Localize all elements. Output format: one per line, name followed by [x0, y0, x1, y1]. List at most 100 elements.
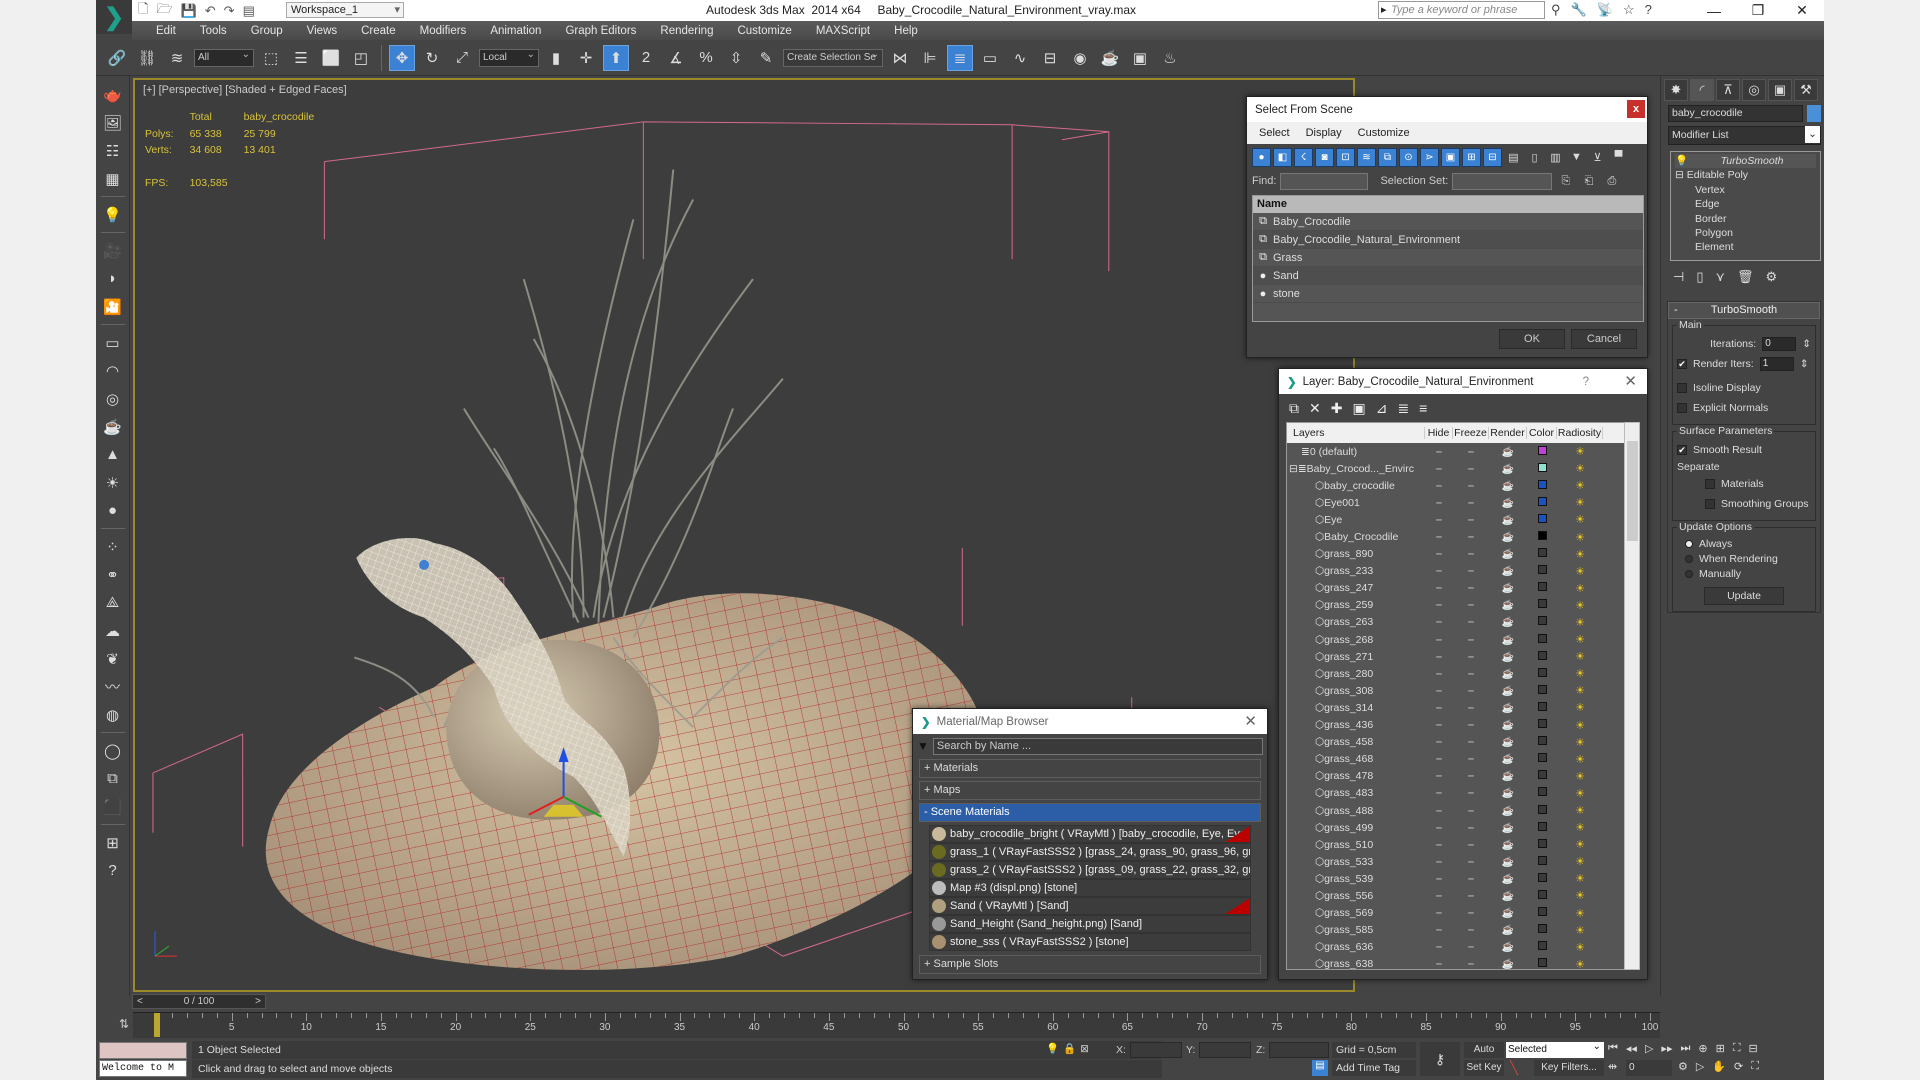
column-hide[interactable]: Hide: [1425, 427, 1453, 439]
render-toggle-icon[interactable]: ☕: [1489, 805, 1527, 817]
hide-toggle[interactable]: ━: [1425, 856, 1453, 868]
layer-row[interactable]: ≣ 0 (default) ━ ━ ☕ ☀: [1287, 443, 1632, 460]
spinner-snap-icon[interactable]: ⇳: [723, 45, 749, 71]
maximize-viewport-icon[interactable]: ⛶: [1751, 1060, 1759, 1073]
radiosity-icon[interactable]: ☀: [1557, 753, 1603, 766]
layer-row[interactable]: ⊟ ≣ Baby_Crocod..._Envirc ━ ━ ☕ ☀: [1287, 460, 1632, 477]
hide-toggle[interactable]: ━: [1425, 753, 1453, 765]
render-toggle-icon[interactable]: ☕: [1489, 907, 1527, 919]
menu-display[interactable]: Display: [1306, 127, 1342, 139]
project-folder-icon[interactable]: ▤: [243, 3, 255, 19]
named-selection-set-dropdown[interactable]: Create Selection Se: [783, 47, 883, 67]
isoline-display-checkbox[interactable]: [1677, 383, 1687, 393]
new-file-icon[interactable]: 🗋: [138, 0, 148, 22]
menu-create[interactable]: Create: [349, 25, 408, 37]
column-color[interactable]: Color: [1527, 427, 1557, 439]
help-circle-icon[interactable]: ?: [101, 860, 125, 881]
render-toggle-icon[interactable]: ☕: [1489, 446, 1527, 458]
color-swatch[interactable]: [1527, 855, 1557, 868]
hide-toggle[interactable]: ━: [1425, 531, 1453, 543]
freeze-toggle[interactable]: ━: [1453, 770, 1489, 782]
layer-row[interactable]: ⬡ grass_263 ━ ━ ☕ ☀: [1287, 614, 1632, 631]
stack-item-turbosmooth[interactable]: 💡 TurboSmooth: [1675, 154, 1816, 169]
render-toggle-icon[interactable]: ☕: [1489, 753, 1527, 765]
hide-toggle[interactable]: ━: [1425, 565, 1453, 577]
spotlight-icon[interactable]: ◗: [101, 268, 125, 289]
object-row[interactable]: ⧉ Grass: [1253, 249, 1643, 267]
collapse-icon[interactable]: ⊟: [1675, 169, 1684, 181]
when-rendering-radio[interactable]: [1685, 554, 1693, 563]
freeze-toggle[interactable]: ━: [1453, 702, 1489, 714]
color-swatch[interactable]: [1527, 941, 1557, 953]
delete-layer-icon[interactable]: ✕: [1309, 400, 1321, 417]
cone-icon[interactable]: ▲: [101, 444, 125, 465]
hide-toggle[interactable]: ━: [1425, 822, 1453, 834]
freeze-toggle[interactable]: ━: [1453, 719, 1489, 731]
radiosity-icon[interactable]: ☀: [1557, 872, 1603, 885]
hide-toggle[interactable]: ━: [1425, 805, 1453, 817]
hide-toggle[interactable]: ━: [1425, 770, 1453, 782]
maxscript-mini-listener[interactable]: Welcome to M: [99, 1060, 187, 1077]
freeze-toggle[interactable]: ━: [1453, 736, 1489, 748]
render-toggle-icon[interactable]: ☕: [1489, 514, 1527, 526]
set-key-button[interactable]: Set Key: [1464, 1060, 1504, 1076]
hair-fur-icon[interactable]: 〰: [101, 676, 125, 697]
frozen-filter-icon[interactable]: ⊞: [1462, 147, 1481, 167]
curve-editor-icon[interactable]: ∿: [1007, 45, 1033, 71]
render-toggle-icon[interactable]: ☕: [1489, 839, 1527, 851]
color-swatch[interactable]: [1527, 872, 1557, 885]
maxscript-mini-listener-top[interactable]: [99, 1042, 187, 1059]
freeze-toggle[interactable]: ━: [1453, 582, 1489, 594]
scene-materials-section[interactable]: - Scene Materials: [919, 803, 1261, 822]
schematic-view-icon[interactable]: ⊟: [1037, 45, 1063, 71]
cameras-filter-icon[interactable]: ◙: [1315, 147, 1334, 167]
goto-end-icon[interactable]: ⏭: [1680, 1042, 1690, 1055]
radiosity-icon[interactable]: ☀: [1557, 548, 1603, 561]
render-toggle-icon[interactable]: ☕: [1489, 822, 1527, 834]
find-input[interactable]: [1280, 172, 1369, 190]
detail-view-icon[interactable]: ▥: [1546, 148, 1565, 167]
radiosity-icon[interactable]: ☀: [1557, 821, 1603, 834]
disk-light-icon[interactable]: ●: [101, 500, 125, 521]
freeze-toggle[interactable]: ━: [1453, 616, 1489, 628]
blank-view-icon[interactable]: ▯: [1525, 148, 1544, 167]
groups-filter-icon[interactable]: ⧉: [1378, 147, 1397, 167]
color-swatch[interactable]: [1527, 479, 1557, 492]
menu-tools[interactable]: Tools: [188, 25, 239, 37]
color-swatch[interactable]: [1527, 753, 1557, 765]
radiosity-icon[interactable]: ☀: [1557, 496, 1603, 509]
radiosity-icon[interactable]: ☀: [1557, 770, 1603, 783]
radiosity-icon[interactable]: ☀: [1557, 445, 1603, 458]
prev-frame-icon[interactable]: <: [137, 996, 143, 1007]
render-toggle-icon[interactable]: ☕: [1489, 480, 1527, 492]
select-scale-icon[interactable]: ⤢: [449, 45, 475, 71]
graphite-ribbon-icon[interactable]: ▭: [977, 45, 1003, 71]
radiosity-icon[interactable]: ☀: [1557, 787, 1603, 800]
goto-start-icon[interactable]: ⏮: [1608, 1042, 1618, 1055]
turbosmooth-rollout-header[interactable]: TurboSmooth: [1668, 302, 1820, 319]
freeze-toggle[interactable]: ━: [1453, 514, 1489, 526]
freeze-toggle[interactable]: ━: [1453, 531, 1489, 543]
hide-all-layers-icon[interactable]: ≣: [1397, 400, 1409, 417]
spinner-arrows-icon[interactable]: ⇕: [1802, 338, 1811, 350]
radiosity-icon[interactable]: ☀: [1557, 941, 1603, 954]
render-toggle-icon[interactable]: ☕: [1489, 702, 1527, 714]
satellite-icon[interactable]: 📡: [1597, 2, 1613, 18]
layer-row[interactable]: ⬡ grass_233 ━ ━ ☕ ☀: [1287, 563, 1632, 580]
camera-icon[interactable]: 🎥: [101, 240, 125, 261]
prev-key-icon[interactable]: ◂◂: [1626, 1042, 1637, 1055]
ox-icon[interactable]: ◍: [101, 704, 125, 725]
hide-toggle[interactable]: ━: [1425, 668, 1453, 680]
absolute-mode-icon[interactable]: ⊠: [1080, 1043, 1089, 1055]
link-icon[interactable]: 🔗: [104, 45, 130, 71]
search-by-name-input[interactable]: Search by Name ...: [932, 737, 1263, 755]
lights-filter-icon[interactable]: ☇: [1294, 147, 1313, 167]
region-render-icon[interactable]: ⬛: [101, 796, 125, 817]
bones-filter-icon[interactable]: ⋗: [1420, 147, 1439, 167]
freeze-toggle[interactable]: ━: [1453, 958, 1489, 969]
utilities-tab-icon[interactable]: ⚒: [1794, 79, 1818, 101]
viewport-label[interactable]: [+] [Perspective] [Shaded + Edged Faces]: [143, 84, 347, 96]
isolate-icon[interactable]: 💡: [1046, 1042, 1059, 1055]
layer-row[interactable]: ⬡ grass_308 ━ ━ ☕ ☀: [1287, 682, 1632, 699]
angle-snap-icon[interactable]: ∡: [663, 45, 689, 71]
